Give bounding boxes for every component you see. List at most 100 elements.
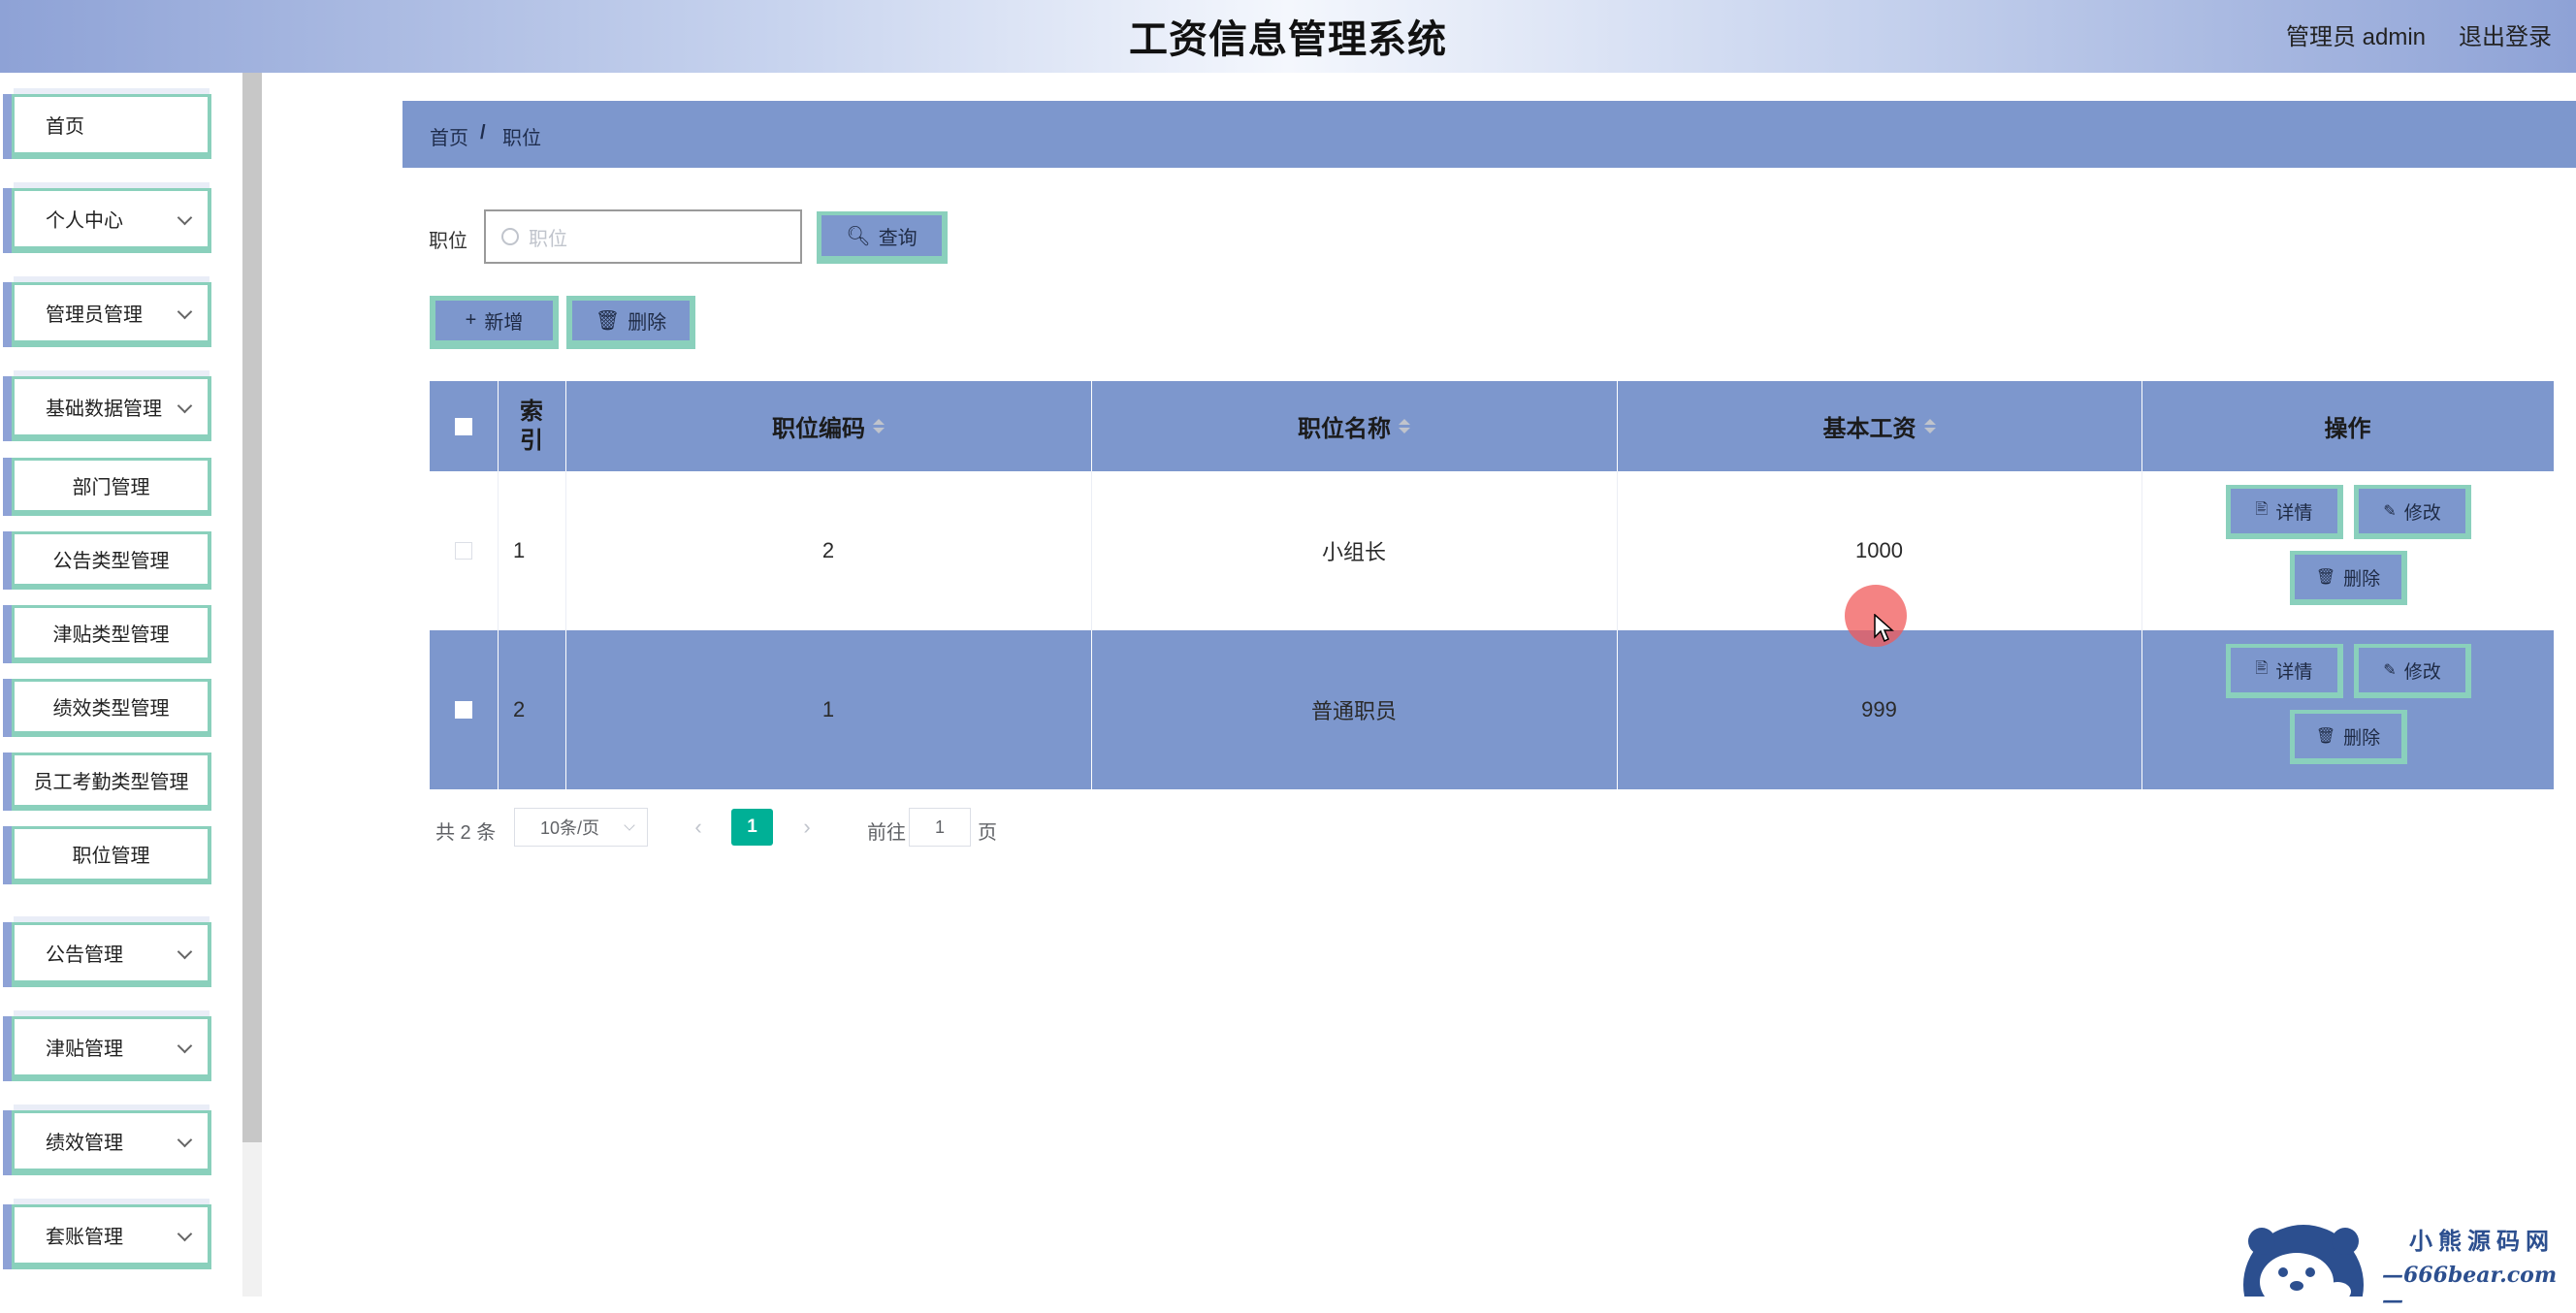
sidebar-subitem-attendance-type[interactable]: 员工考勤类型管理 — [12, 753, 211, 811]
sidebar-item-label: 绩效管理 — [46, 1133, 123, 1154]
prev-page-button[interactable]: ‹ — [684, 808, 713, 847]
goto-page-input[interactable]: 1 — [909, 808, 971, 847]
top-header: 工资信息管理系统 管理员 admin 退出登录 — [0, 0, 2576, 73]
search-input[interactable]: 职位 — [484, 209, 802, 264]
pagination-total: 共 2 条 — [435, 822, 497, 844]
sidebar-item-label: 个人中心 — [46, 210, 123, 232]
watermark-title: 小熊源码网 — [2409, 1227, 2555, 1255]
edit-button[interactable]: ✎ 修改 — [2354, 485, 2471, 539]
goto-page-suffix: 页 — [978, 822, 997, 844]
document-icon: 🖹︎ — [2255, 500, 2269, 518]
chevron-down-icon — [177, 398, 193, 413]
trash-icon: 🗑︎ — [2315, 569, 2336, 586]
cell-name: 小组长 — [1321, 540, 1386, 564]
header-index: 索引 — [520, 398, 543, 454]
column-divider — [2141, 471, 2142, 630]
sidebar-subitem-performance-type[interactable]: 绩效类型管理 — [12, 679, 211, 737]
page-number-current[interactable]: 1 — [731, 809, 773, 846]
sidebar-item-label: 公告管理 — [46, 945, 123, 966]
sort-icon[interactable] — [1923, 419, 1936, 433]
chevron-down-icon — [177, 1226, 193, 1241]
watermark-url: —666bear.com— — [2382, 1263, 2558, 1313]
search-placeholder: 职位 — [529, 228, 567, 250]
sidebar-item-label: 津贴管理 — [46, 1039, 123, 1060]
row-select[interactable] — [430, 471, 498, 630]
add-button[interactable]: + 新增 — [430, 296, 559, 349]
sidebar-item-personal-center[interactable]: 个人中心 — [12, 188, 211, 253]
sidebar-item-account-set[interactable]: 套账管理 — [12, 1204, 211, 1269]
breadcrumb-home[interactable]: 首页 — [430, 122, 468, 150]
search-button[interactable]: 🔍︎ 查询 — [817, 211, 948, 264]
breadcrumb-current: 职位 — [502, 128, 541, 149]
cell-index: 1 — [513, 538, 526, 562]
column-divider — [1091, 471, 1092, 630]
delete-button[interactable]: 🗑︎ 删除 — [2290, 710, 2407, 764]
chevron-down-icon — [177, 304, 193, 319]
page-size-select[interactable]: 10条/页 — [514, 808, 648, 847]
sidebar-item-performance-management[interactable]: 绩效管理 — [12, 1110, 211, 1175]
table-header: 索引 职位编码 职位名称 基本工资 操作 — [430, 381, 2554, 471]
sort-icon[interactable] — [1399, 419, 1410, 433]
sidebar-subitem-notice-type[interactable]: 公告类型管理 — [12, 531, 211, 590]
table-row[interactable]: 2 1 普通职员 999 🖹︎ 详情 ✎ 修改 🗑︎ 删除 — [430, 630, 2554, 789]
row-checkbox[interactable] — [455, 542, 472, 560]
sidebar-item-admin-management[interactable]: 管理员管理 — [12, 282, 211, 347]
bear-logo-icon — [2243, 1225, 2364, 1297]
row-select[interactable] — [430, 630, 498, 789]
header-select-all[interactable] — [430, 381, 498, 471]
cell-code: 1 — [821, 697, 835, 721]
edit-button[interactable]: ✎ 修改 — [2354, 644, 2471, 698]
sidebar-item-label: 套账管理 — [46, 1227, 123, 1248]
header-salary[interactable]: 基本工资 — [1617, 381, 2141, 471]
column-divider — [1617, 471, 1618, 630]
select-all-checkbox[interactable] — [455, 417, 472, 435]
sidebar-item-label: 管理员管理 — [46, 304, 143, 326]
sidebar-item-label: 首页 — [46, 116, 84, 138]
breadcrumb: 首页 / 职位 — [402, 101, 2576, 168]
search-button-label: 查询 — [878, 227, 918, 249]
search-icon — [501, 228, 519, 245]
chevron-down-icon — [177, 1132, 193, 1147]
search-icon: 🔍︎ — [846, 225, 871, 247]
sidebar-item-allowance-management[interactable]: 津贴管理 — [12, 1016, 211, 1081]
row-checkbox[interactable] — [455, 701, 472, 719]
sidebar-item-basic-data[interactable]: 基础数据管理 — [12, 376, 211, 441]
mouse-cursor-icon — [1874, 614, 1894, 643]
next-page-button[interactable]: › — [792, 808, 821, 847]
sidebar-subitem-allowance-type[interactable]: 津贴类型管理 — [12, 605, 211, 663]
sidebar-item-home[interactable]: 首页 — [12, 94, 211, 159]
batch-delete-button-label: 删除 — [628, 312, 667, 334]
batch-delete-button[interactable]: 🗑︎ 删除 — [566, 296, 695, 349]
cell-index: 2 — [513, 697, 526, 721]
goto-label: 前往 — [867, 822, 906, 844]
sidebar-subitem-position[interactable]: 职位管理 — [12, 826, 211, 884]
document-icon: 🖹︎ — [2255, 659, 2269, 677]
logout-button[interactable]: 退出登录 — [2459, 17, 2552, 51]
header-code[interactable]: 职位编码 — [565, 381, 1091, 471]
chevron-down-icon — [177, 944, 193, 959]
chevron-down-icon — [177, 209, 193, 225]
chevron-down-icon — [177, 1038, 193, 1053]
current-user: 管理员 admin — [2286, 24, 2427, 50]
cell-salary: 999 — [1861, 697, 1897, 721]
plus-icon: + — [465, 309, 477, 331]
sidebar-item-label: 基础数据管理 — [46, 399, 162, 420]
sidebar-subitem-department[interactable]: 部门管理 — [12, 458, 211, 516]
header-name[interactable]: 职位名称 — [1091, 381, 1617, 471]
add-button-label: 新增 — [484, 312, 524, 334]
delete-button[interactable]: 🗑︎ 删除 — [2290, 551, 2407, 605]
trash-icon: 🗑︎ — [2315, 728, 2336, 745]
breadcrumb-separator: / — [480, 122, 486, 144]
detail-button[interactable]: 🖹︎ 详情 — [2226, 485, 2343, 539]
sidebar-scrollbar-thumb[interactable] — [242, 73, 262, 1142]
chevron-down-icon — [624, 819, 635, 831]
cell-code: 2 — [821, 538, 835, 562]
cell-name: 普通职员 — [1310, 699, 1397, 723]
app-title: 工资信息管理系统 — [1129, 18, 1447, 61]
sidebar-item-notice-management[interactable]: 公告管理 — [12, 922, 211, 987]
header-ops: 操作 — [2324, 416, 2371, 442]
detail-button[interactable]: 🖹︎ 详情 — [2226, 644, 2343, 698]
table-row[interactable]: 1 2 小组长 1000 🖹︎ 详情 ✎ 修改 🗑︎ 删除 — [430, 471, 2554, 631]
edit-icon: ✎ — [2383, 503, 2397, 520]
sort-icon[interactable] — [873, 419, 885, 433]
